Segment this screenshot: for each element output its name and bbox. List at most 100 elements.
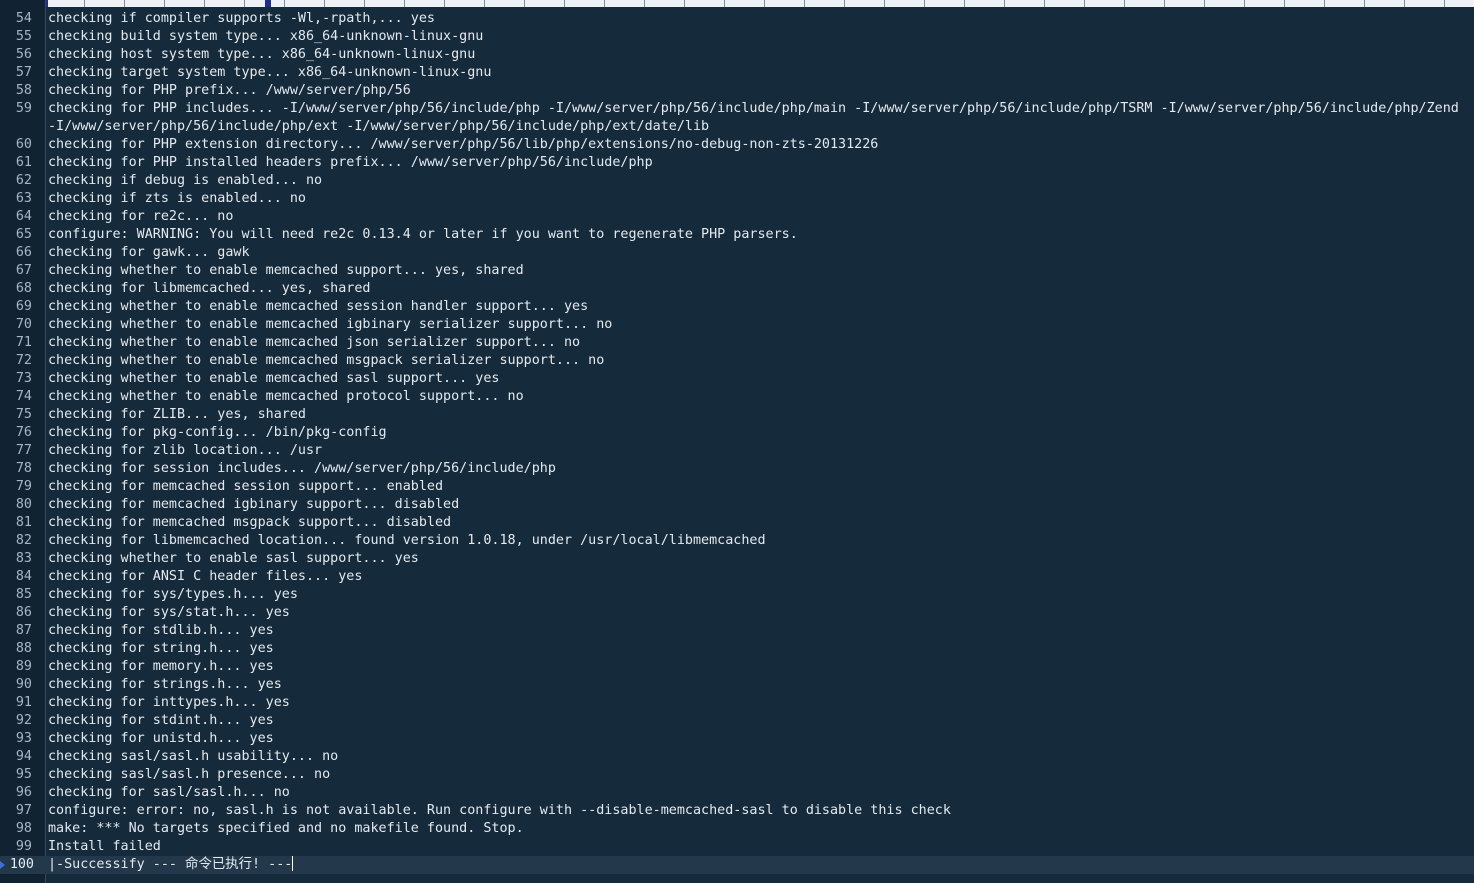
- line-number: 67: [15, 263, 32, 278]
- log-line: 65 configure: WARNING: You will need re2c…: [0, 226, 1474, 244]
- line-number: 63: [15, 191, 32, 206]
- ruler-tick: [1364, 0, 1365, 7]
- line-number: 78: [15, 461, 32, 476]
- line-text[interactable]: make: *** No targets specified and no ma…: [48, 820, 1466, 838]
- line-text[interactable]: checking for ZLIB... yes, shared: [48, 406, 1466, 424]
- line-text[interactable]: checking for memcached igbinary support.…: [48, 496, 1466, 514]
- line-text[interactable]: checking whether to enable memcached msg…: [48, 352, 1466, 370]
- line-number: 82: [15, 533, 32, 548]
- line-text[interactable]: Install failed: [48, 838, 1466, 856]
- line-text[interactable]: checking whether to enable memcached pro…: [48, 388, 1466, 406]
- line-number: 87: [15, 623, 32, 638]
- line-text[interactable]: checking sasl/sasl.h presence... no: [48, 766, 1466, 784]
- line-text[interactable]: checking whether to enable sasl support.…: [48, 550, 1466, 568]
- line-text[interactable]: checking for inttypes.h... yes: [48, 694, 1466, 712]
- line-text[interactable]: configure: error: no, sasl.h is not avai…: [48, 802, 1466, 820]
- line-number: 59: [15, 101, 32, 116]
- text-cursor: [292, 856, 294, 871]
- line-text[interactable]: checking whether to enable memcached sup…: [48, 262, 1466, 280]
- ruler-tick: [1204, 0, 1205, 7]
- line-text[interactable]: checking if debug is enabled... no: [48, 172, 1466, 190]
- line-text[interactable]: configure: WARNING: You will need re2c 0…: [48, 226, 1466, 244]
- line-text[interactable]: checking for stdint.h... yes: [48, 712, 1466, 730]
- log-line: 72 checking whether to enable memcached m…: [0, 352, 1474, 370]
- line-number: 80: [15, 497, 32, 512]
- log-line: 74 checking whether to enable memcached p…: [0, 388, 1474, 406]
- line-text[interactable]: checking for unistd.h... yes: [48, 730, 1466, 748]
- line-text[interactable]: checking for ANSI C header files... yes: [48, 568, 1466, 586]
- line-text[interactable]: checking for memcached msgpack support..…: [48, 514, 1466, 532]
- line-number: 58: [15, 83, 32, 98]
- line-text[interactable]: |-Successify --- 命令已执行! ---: [48, 856, 1466, 874]
- line-text[interactable]: checking for sasl/sasl.h... no: [48, 784, 1466, 802]
- line-number: 72: [15, 353, 32, 368]
- ruler-tick: [1244, 0, 1245, 7]
- ruler-tick: [1444, 0, 1445, 7]
- ruler-tick: [804, 0, 805, 7]
- line-text[interactable]: checking for memory.h... yes: [48, 658, 1466, 676]
- line-text[interactable]: checking if compiler supports -Wl,-rpath…: [48, 10, 1466, 28]
- ruler-tick: [284, 0, 285, 7]
- ruler-tick: [684, 0, 685, 7]
- line-text[interactable]: checking for string.h... yes: [48, 640, 1466, 658]
- line-number: 76: [15, 425, 32, 440]
- ruler-tick: [884, 0, 885, 7]
- log-line: 92 checking for stdint.h... yes: [0, 712, 1474, 730]
- ruler-tick: [404, 0, 405, 7]
- log-line: 73 checking whether to enable memcached s…: [0, 370, 1474, 388]
- line-number: 57: [15, 65, 32, 80]
- line-text[interactable]: checking for stdlib.h... yes: [48, 622, 1466, 640]
- log-line: 66 checking for gawk... gawk: [0, 244, 1474, 262]
- column-ruler: [46, 0, 1474, 7]
- log-line: 55 checking build system type... x86_64-u…: [0, 28, 1474, 46]
- ruler-tick: [644, 0, 645, 7]
- log-line: 99 Install failed: [0, 838, 1474, 856]
- log-lines[interactable]: 54 checking if compiler supports -Wl,-rpa…: [0, 10, 1474, 874]
- line-text[interactable]: checking for memcached session support..…: [48, 478, 1466, 496]
- line-text[interactable]: checking for session includes... /www/se…: [48, 460, 1466, 478]
- line-text[interactable]: checking for zlib location... /usr: [48, 442, 1466, 460]
- line-text[interactable]: checking whether to enable memcached ses…: [48, 298, 1466, 316]
- line-text[interactable]: checking for sys/stat.h... yes: [48, 604, 1466, 622]
- ruler-tick: [844, 0, 845, 7]
- ruler-tick: [1084, 0, 1085, 7]
- line-text[interactable]: checking build system type... x86_64-unk…: [48, 28, 1466, 46]
- line-number: 77: [15, 443, 32, 458]
- line-text[interactable]: checking for libmemcached location... fo…: [48, 532, 1466, 550]
- line-text[interactable]: checking whether to enable memcached sas…: [48, 370, 1466, 388]
- log-line: 63 checking if zts is enabled... no: [0, 190, 1474, 208]
- ruler-tick: [444, 0, 445, 7]
- line-number: 66: [15, 245, 32, 260]
- line-number: 70: [15, 317, 32, 332]
- line-text[interactable]: checking whether to enable memcached igb…: [48, 316, 1466, 334]
- log-line: 98 make: *** No targets specified and no …: [0, 820, 1474, 838]
- log-line: 69 checking whether to enable memcached s…: [0, 298, 1474, 316]
- line-text[interactable]: checking for PHP extension directory... …: [48, 136, 1466, 154]
- line-number: 61: [15, 155, 32, 170]
- log-line: 76 checking for pkg-config... /bin/pkg-co…: [0, 424, 1474, 442]
- ruler-tick: [964, 0, 965, 7]
- line-text[interactable]: checking if zts is enabled... no: [48, 190, 1466, 208]
- line-text[interactable]: checking target system type... x86_64-un…: [48, 64, 1466, 82]
- ruler-tick: [564, 0, 565, 7]
- line-number: 81: [15, 515, 32, 530]
- current-log-line[interactable]: 100 |-Successify --- 命令已执行! ---: [0, 856, 1474, 874]
- line-text[interactable]: checking host system type... x86_64-unkn…: [48, 46, 1466, 64]
- line-text[interactable]: checking whether to enable memcached jso…: [48, 334, 1466, 352]
- line-text[interactable]: checking for re2c... no: [48, 208, 1466, 226]
- log-line: 60 checking for PHP extension directory..…: [0, 136, 1474, 154]
- line-text[interactable]: checking for pkg-config... /bin/pkg-conf…: [48, 424, 1466, 442]
- line-text[interactable]: checking for PHP includes... -I/www/serv…: [48, 100, 1466, 136]
- line-text[interactable]: checking sasl/sasl.h usability... no: [48, 748, 1466, 766]
- line-text[interactable]: checking for PHP prefix... /www/server/p…: [48, 82, 1466, 100]
- line-text[interactable]: checking for strings.h... yes: [48, 676, 1466, 694]
- line-number: 65: [15, 227, 32, 242]
- line-text[interactable]: checking for sys/types.h... yes: [48, 586, 1466, 604]
- line-number: 85: [15, 587, 32, 602]
- line-text[interactable]: checking for gawk... gawk: [48, 244, 1466, 262]
- log-line: 82 checking for libmemcached location... …: [0, 532, 1474, 550]
- line-text-content: |-Successify --- 命令已执行! ---: [48, 857, 293, 872]
- line-number: 56: [15, 47, 32, 62]
- line-text[interactable]: checking for PHP installed headers prefi…: [48, 154, 1466, 172]
- line-text[interactable]: checking for libmemcached... yes, shared: [48, 280, 1466, 298]
